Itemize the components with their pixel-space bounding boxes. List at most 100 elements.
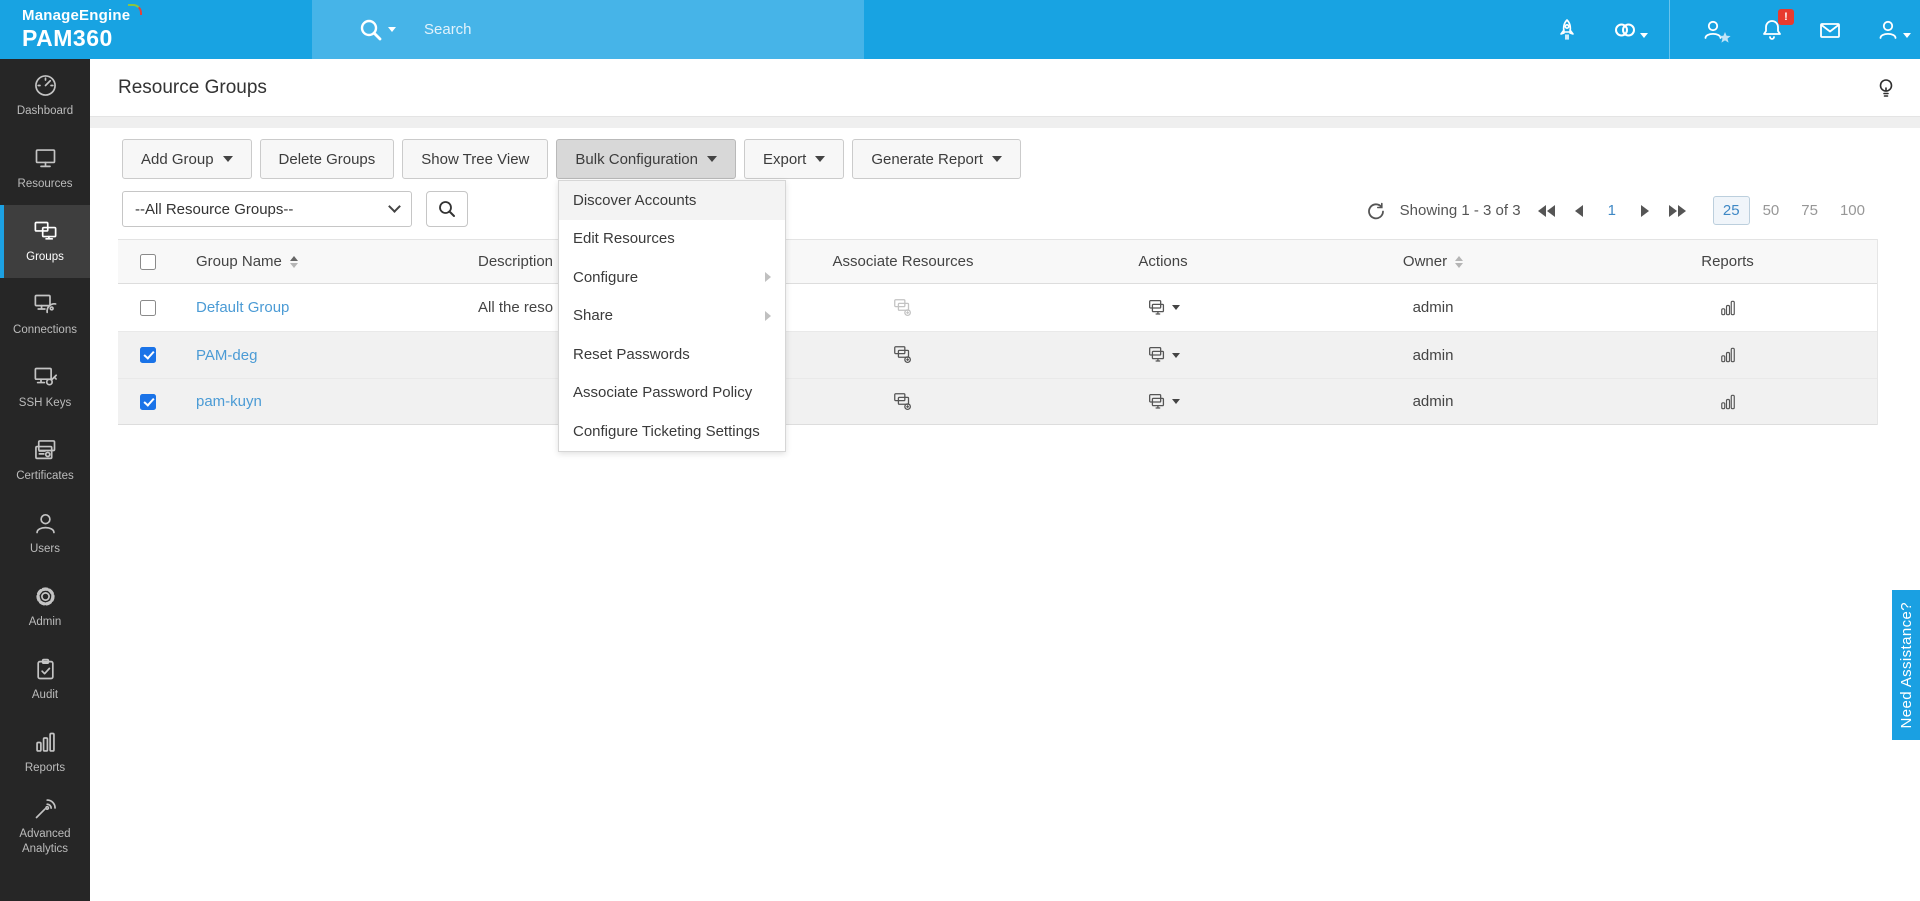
quick-links-caret-icon [1640,32,1648,38]
brand-pam360: PAM360 [22,25,113,51]
brand-manageengine: ManageEngine [22,4,143,24]
menu-item-configure-ticketing-settings[interactable]: Configure Ticketing Settings [559,412,785,451]
reports-icon[interactable] [1718,345,1738,365]
sort-icon[interactable] [289,255,298,268]
search-scope-caret-icon[interactable] [388,27,396,32]
button-label: Export [762,150,807,168]
sidebar-item-label: SSH Keys [18,397,72,410]
menu-item-share[interactable]: Share [559,297,785,336]
next-page-button[interactable] [1638,202,1652,220]
caret-down-icon [222,156,233,162]
caret-down-icon [1172,305,1180,310]
associate-resources-icon[interactable] [892,391,914,413]
group-name-link[interactable]: PAM-deg [196,347,257,364]
show-tree-view-button[interactable]: Show Tree View [402,139,549,179]
refresh-icon[interactable] [1366,201,1386,221]
sort-icon[interactable] [1455,255,1464,268]
owner-value: admin [1412,346,1454,364]
need-assistance-tab[interactable]: Need Assistance? [1892,590,1920,740]
menu-item-reset-passwords[interactable]: Reset Passwords [559,335,785,374]
user-icon [35,514,55,534]
button-label: Add Group [141,150,214,168]
current-page-number[interactable]: 1 [1600,202,1624,219]
group-name-link[interactable]: pam-kuyn [196,393,262,410]
sidebar-item-label: Resources [17,178,73,191]
button-label: Delete Groups [278,150,376,168]
search-input[interactable] [424,21,724,38]
page-size-25[interactable]: 25 [1712,196,1750,225]
table-header-row: Group Name Description Associate Resourc… [118,239,1877,284]
page-size-75[interactable]: 75 [1792,197,1827,224]
actions-menu-icon[interactable] [1146,297,1180,319]
associate-resources-icon[interactable] [892,344,914,366]
export-button[interactable]: Export [743,139,845,179]
sidebar-item-reports[interactable]: Reports [0,716,90,789]
sidebar-item-label: Admin [28,616,62,629]
sidebar-item-resources[interactable]: Resources [0,132,90,205]
search-icon[interactable] [358,17,384,43]
menu-item-configure[interactable]: Configure [559,258,785,297]
pagination: Showing 1 - 3 of 3 1 25 50 75 100 [1366,196,1874,225]
resource-groups-table: Group Name Description Associate Resourc… [118,239,1878,425]
page-size-100[interactable]: 100 [1831,197,1874,224]
sidebar-item-label: Connections [13,324,77,337]
filter-search-button[interactable] [426,191,468,227]
actions-menu-icon[interactable] [1146,344,1180,366]
reports-icon[interactable] [1718,298,1738,318]
row-checkbox[interactable] [140,393,156,410]
help-lightbulb-icon[interactable] [1874,76,1898,100]
last-page-button[interactable] [1666,202,1689,220]
user-account-icon[interactable] [1874,16,1911,44]
menu-item-discover-accounts[interactable]: Discover Accounts [559,181,785,220]
sidebar-item-label: Groups [26,251,64,264]
table-row-default-group: Default Group All the reso admin [118,284,1877,331]
row-checkbox[interactable] [140,299,156,316]
actions-menu-icon[interactable] [1146,391,1180,413]
column-header-group-name[interactable]: Group Name [196,253,282,270]
favorites-user-icon[interactable] [1700,16,1731,44]
mail-icon[interactable] [1816,16,1844,44]
chevron-down-icon [388,200,401,213]
first-page-button[interactable] [1535,202,1558,220]
sidebar-item-connections[interactable]: Connections [0,278,90,351]
menu-item-label: Associate Password Policy [573,384,753,402]
sidebar-item-admin[interactable]: Admin [0,570,90,643]
page-size-50[interactable]: 50 [1754,197,1789,224]
reports-icon[interactable] [1718,392,1738,412]
sidebar-item-groups[interactable]: Groups [0,205,90,278]
group-name-link[interactable]: Default Group [196,299,289,316]
sidebar-item-certificates[interactable]: Certificates [0,424,90,497]
table-row-pam-deg: PAM-deg admin [118,331,1877,378]
page-title: Resource Groups [118,77,267,98]
column-header-owner[interactable]: Owner [1403,253,1447,270]
add-group-button[interactable]: Add Group [122,139,252,179]
sidebar-item-advanced-analytics[interactable]: Advanced Analytics [0,789,90,862]
bar-chart-icon [35,732,55,753]
sidebar-item-label: Advanced Analytics [19,828,71,855]
quick-links-icon[interactable] [1611,16,1648,44]
user-account-caret-icon [1903,32,1911,38]
global-search-bar[interactable] [312,0,864,59]
column-header-description: Description [478,253,554,270]
delete-groups-button[interactable]: Delete Groups [259,139,395,179]
prev-page-button[interactable] [1572,202,1586,220]
sidebar-item-ssh-keys[interactable]: SSH Keys [0,351,90,424]
sidebar-item-users[interactable]: Users [0,497,90,570]
row-checkbox[interactable] [140,347,156,363]
bulk-configuration-button[interactable]: Bulk Configuration [556,139,736,179]
menu-item-edit-resources[interactable]: Edit Resources [559,220,785,259]
dashboard-gauge-icon [34,75,56,97]
submenu-arrow-icon [765,310,771,321]
menu-item-associate-password-policy[interactable]: Associate Password Policy [559,374,785,413]
sidebar-item-dashboard[interactable]: Dashboard [0,59,90,132]
button-label: Bulk Configuration [575,150,698,168]
sidebar-item-label: Dashboard [16,105,74,118]
notifications-bell-icon[interactable]: ! [1758,8,1794,44]
sidebar-item-audit[interactable]: Audit [0,643,90,716]
sidebar-item-label: Audit [31,689,59,702]
resource-group-filter-select[interactable]: --All Resource Groups-- [122,191,412,227]
select-all-checkbox[interactable] [140,253,156,270]
whats-new-rocket-icon[interactable] [1553,16,1581,44]
associate-resources-icon[interactable] [892,297,914,319]
generate-report-button[interactable]: Generate Report [852,139,1022,179]
